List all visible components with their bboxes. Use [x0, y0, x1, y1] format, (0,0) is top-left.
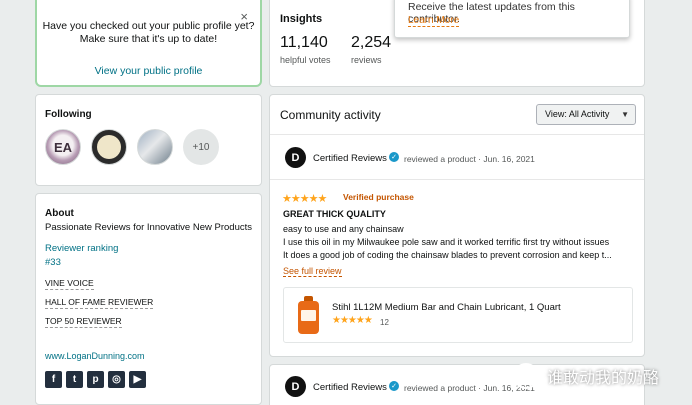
- instagram-icon[interactable]: ◎: [108, 371, 125, 388]
- helpful-votes-label: helpful votes: [280, 55, 331, 65]
- facebook-icon[interactable]: f: [45, 371, 62, 388]
- review-title: GREAT THICK QUALITY: [283, 209, 386, 219]
- reviews-value: 2,254: [351, 34, 392, 51]
- poster-logo[interactable]: D: [285, 376, 306, 397]
- watermark-text: 谁敢动我的奶酪: [547, 370, 660, 387]
- view-public-profile-link[interactable]: View your public profile: [95, 65, 203, 77]
- youtube-icon[interactable]: ▶: [129, 371, 146, 388]
- review-body-line: easy to use and any chainsaw: [283, 224, 404, 234]
- insights-title: Insights: [280, 13, 323, 25]
- product-name[interactable]: Stihl 1L12M Medium Bar and Chain Lubrica…: [332, 302, 561, 313]
- activity-divider: [270, 134, 644, 135]
- reviews-label: reviews: [351, 55, 382, 65]
- badge-vine-voice: VINE VOICE: [45, 278, 94, 290]
- watermark: ✿ 谁敢动我的奶酪: [513, 363, 659, 389]
- product-rating-stars: ★★★★★: [332, 315, 373, 326]
- verified-check-icon: ✓: [389, 152, 399, 162]
- chevron-down-icon: ▼: [621, 110, 629, 119]
- learn-more-link[interactable]: Learn More: [408, 15, 460, 27]
- post-divider: [270, 179, 644, 180]
- post-action-text: reviewed a product · Jun. 16, 2021: [404, 154, 535, 164]
- reviews-stat: 2,254 reviews: [351, 34, 391, 65]
- review-body-line: It does a good job of coding the chainsa…: [283, 250, 612, 260]
- following-more-button[interactable]: +10: [183, 129, 219, 165]
- public-profile-prompt-card: × Have you checked out your public profi…: [35, 0, 262, 87]
- following-avatar-1[interactable]: EA: [45, 129, 81, 165]
- reviewed-product-card[interactable]: Stihl 1L12M Medium Bar and Chain Lubrica…: [283, 287, 633, 343]
- profile-prompt-line2: Make sure that it's up to date!: [79, 33, 218, 45]
- about-title: About: [45, 208, 74, 219]
- about-tagline: Passionate Reviews for Innovative New Pr…: [45, 222, 252, 233]
- avatar-1-text: EA: [54, 140, 73, 155]
- profile-prompt-line1: Have you checked out your public profile…: [42, 20, 255, 32]
- review-body-line: I use this oil in my Milwaukee pole saw …: [283, 237, 610, 247]
- reviewer-ranking-value[interactable]: #33: [45, 257, 61, 268]
- following-avatar-2[interactable]: [91, 129, 127, 165]
- badge-top-50: TOP 50 REVIEWER: [45, 316, 122, 328]
- wechat-logo-icon: ✿: [513, 363, 539, 389]
- community-activity-card: Community activity View: All Activity ▼ …: [269, 94, 645, 357]
- badge-hall-of-fame: HALL OF FAME REVIEWER: [45, 297, 154, 309]
- review-stars: ★★★★★: [282, 193, 327, 205]
- profile-prompt-message: Have you checked out your public profile…: [37, 20, 260, 46]
- pinterest-icon[interactable]: p: [87, 371, 104, 388]
- following-avatar-3[interactable]: [137, 129, 173, 165]
- helpful-votes-value: 11,140: [280, 34, 328, 51]
- avatar-2-emblem: [97, 135, 121, 159]
- poster-name[interactable]: Certified Reviews: [313, 153, 387, 164]
- product-rating-count: 12: [380, 318, 389, 327]
- helpful-votes-stat: 11,140 helpful votes: [280, 34, 331, 65]
- following-card: Following EA +10: [35, 94, 262, 186]
- following-title: Following: [45, 109, 92, 120]
- twitter-icon[interactable]: t: [66, 371, 83, 388]
- activity-view-select-label: View: All Activity: [545, 109, 610, 119]
- about-card: About Passionate Reviews for Innovative …: [35, 193, 262, 405]
- website-link[interactable]: www.LoganDunning.com: [45, 351, 145, 361]
- see-full-review-link[interactable]: See full review: [283, 266, 342, 277]
- poster-logo[interactable]: D: [285, 147, 306, 168]
- poster-name[interactable]: Certified Reviews: [313, 382, 387, 393]
- reviewer-ranking-link[interactable]: Reviewer ranking: [45, 243, 118, 254]
- product-image[interactable]: [298, 296, 319, 334]
- verified-purchase-badge: Verified purchase: [343, 192, 414, 202]
- verified-check-icon: ✓: [389, 381, 399, 391]
- follow-updates-popover: Receive the latest updates from this con…: [394, 0, 630, 38]
- activity-view-select[interactable]: View: All Activity ▼: [536, 104, 636, 125]
- community-activity-title: Community activity: [280, 108, 381, 122]
- bottle-label: [301, 310, 316, 321]
